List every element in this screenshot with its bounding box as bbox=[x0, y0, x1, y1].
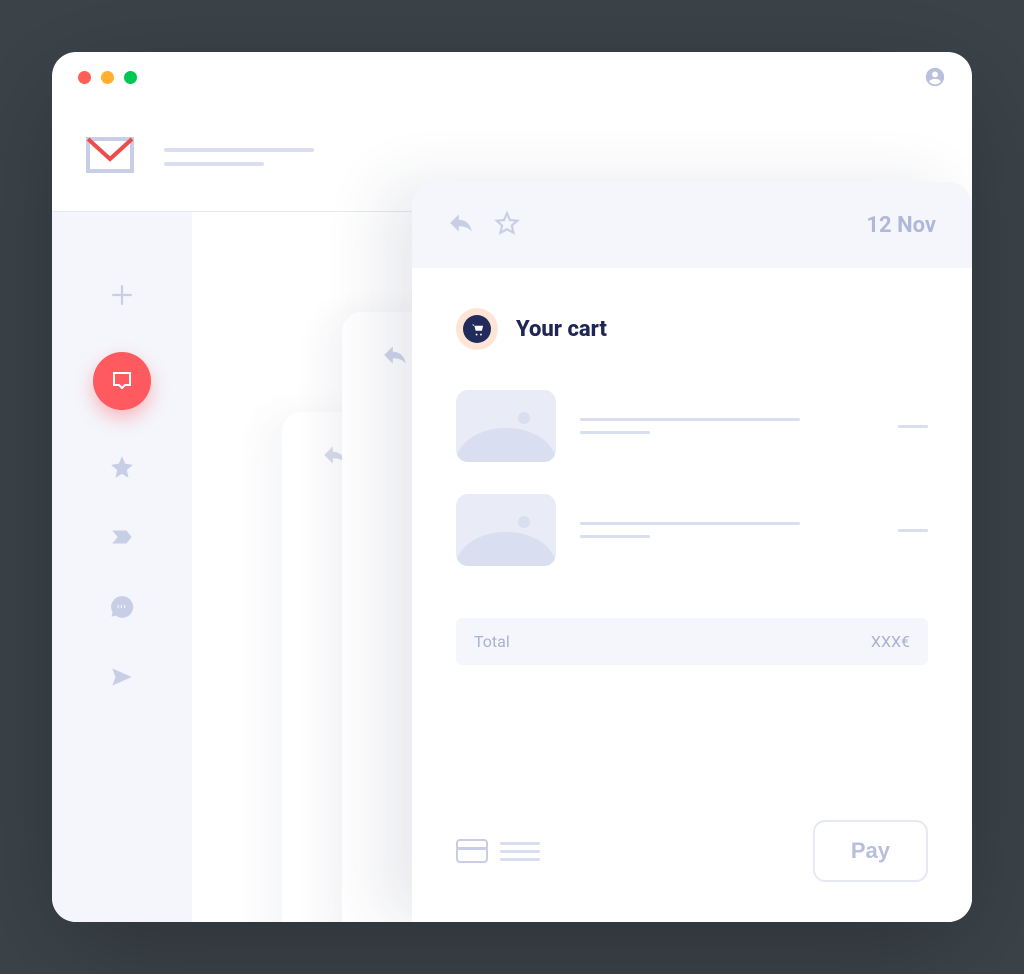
card-header: 12 Nov bbox=[412, 182, 972, 268]
inbox-icon[interactable] bbox=[93, 352, 151, 410]
nav-rail bbox=[52, 212, 192, 922]
starred-icon[interactable] bbox=[109, 454, 135, 480]
total-row: Total XXX€ bbox=[456, 618, 928, 665]
total-label: Total bbox=[474, 632, 510, 651]
account-icon[interactable] bbox=[924, 66, 946, 88]
message-date: 12 Nov bbox=[866, 213, 936, 238]
send-icon[interactable] bbox=[109, 664, 135, 690]
app-window: 12 Nov Your cart bbox=[52, 52, 972, 922]
compose-icon[interactable] bbox=[109, 282, 135, 308]
cart-card: 12 Nov Your cart bbox=[412, 182, 972, 922]
credit-card-icon bbox=[456, 839, 488, 863]
cart-item bbox=[456, 390, 928, 462]
method-placeholder bbox=[500, 842, 540, 861]
item-price-placeholder bbox=[898, 529, 928, 532]
app-logo-icon bbox=[84, 135, 136, 179]
maximize-icon[interactable] bbox=[124, 71, 137, 84]
cart-item bbox=[456, 494, 928, 566]
cart-title-row: Your cart bbox=[456, 308, 928, 350]
item-thumbnail-icon bbox=[456, 494, 556, 566]
close-icon[interactable] bbox=[78, 71, 91, 84]
item-price-placeholder bbox=[898, 425, 928, 428]
total-value: XXX€ bbox=[871, 632, 910, 651]
chat-icon[interactable] bbox=[109, 594, 135, 620]
cart-title: Your cart bbox=[516, 317, 607, 342]
window-controls bbox=[78, 71, 137, 84]
item-text-placeholder bbox=[580, 522, 874, 538]
item-thumbnail-icon bbox=[456, 390, 556, 462]
cart-icon bbox=[456, 308, 498, 350]
pay-button[interactable]: Pay bbox=[813, 820, 928, 882]
titlebar bbox=[52, 52, 972, 102]
payment-method[interactable] bbox=[456, 839, 540, 863]
reply-icon[interactable] bbox=[448, 210, 474, 240]
search-placeholder bbox=[164, 148, 314, 166]
minimize-icon[interactable] bbox=[101, 71, 114, 84]
important-icon[interactable] bbox=[109, 524, 135, 550]
star-icon[interactable] bbox=[494, 210, 520, 240]
item-text-placeholder bbox=[580, 418, 874, 434]
